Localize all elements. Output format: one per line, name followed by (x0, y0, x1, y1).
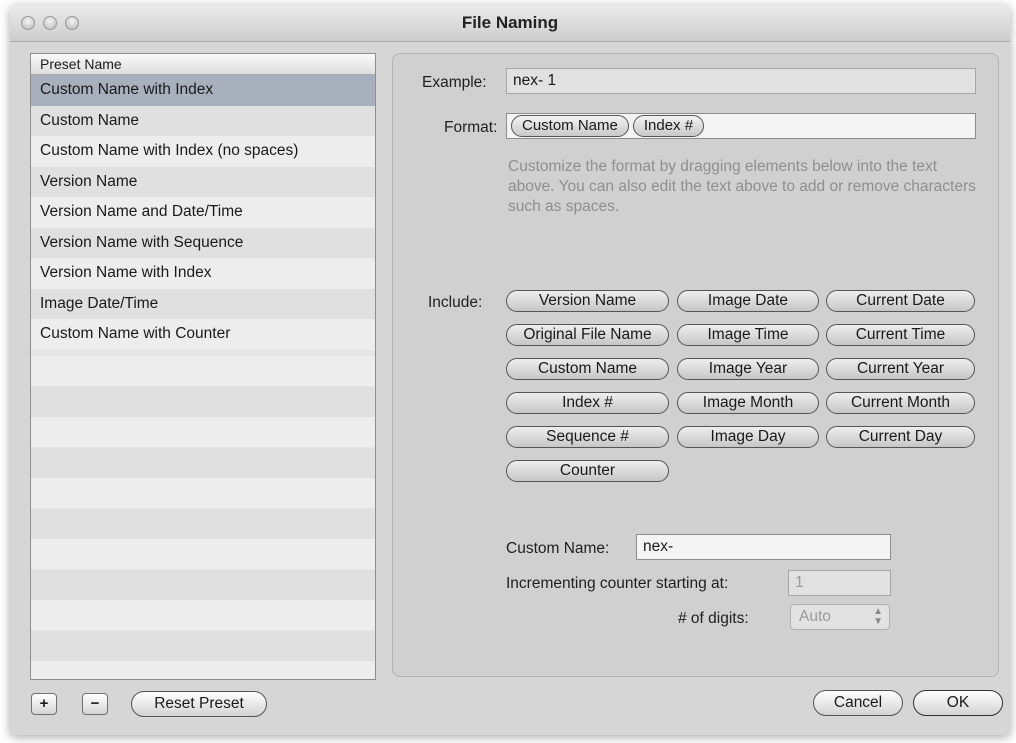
counter-start-label: Incrementing counter starting at: (506, 575, 729, 592)
preset-item[interactable]: Image Date/Time (31, 288, 375, 319)
counter-start-input[interactable]: 1 (788, 570, 891, 596)
include-label: Include: (428, 294, 483, 311)
include-element-chip[interactable]: Version Name (506, 290, 669, 312)
preset-item[interactable]: Version Name and Date/Time (31, 197, 375, 228)
digits-popup-value: Auto (799, 608, 831, 625)
preset-list-empty-area (31, 356, 375, 679)
include-element-chip[interactable]: Counter (506, 460, 669, 482)
include-element-chip[interactable]: Image Time (677, 324, 819, 346)
window-title: File Naming (461, 13, 559, 32)
format-help-text: Customize the format by dragging element… (508, 158, 976, 215)
preset-item[interactable]: Custom Name with Index (no spaces) (31, 136, 375, 167)
include-element-chip[interactable]: Current Date (826, 290, 975, 312)
example-label: Example: (422, 74, 487, 91)
digits-label: # of digits: (678, 610, 749, 627)
include-element-chip[interactable]: Current Time (826, 324, 975, 346)
include-element-chip[interactable]: Image Month (677, 392, 819, 414)
preset-item[interactable]: Custom Name with Counter (31, 319, 375, 350)
format-token[interactable]: Index # (632, 115, 705, 137)
include-element-chip[interactable]: Sequence # (506, 426, 669, 448)
include-element-chip[interactable]: Image Day (677, 426, 819, 448)
preset-list[interactable]: Preset Name Custom Name with Index Custom… (30, 53, 376, 680)
cancel-button[interactable]: Cancel (813, 690, 903, 716)
preset-item[interactable]: Version Name with Sequence (31, 227, 375, 258)
format-editor-pane: Example: nex- 1 Format: Custom Name Index… (392, 53, 999, 677)
preset-item[interactable]: Version Name with Index (31, 258, 375, 289)
custom-name-input[interactable]: nex- (636, 534, 891, 560)
include-element-chip[interactable]: Custom Name (506, 358, 669, 380)
format-field[interactable]: Custom Name Index # (506, 113, 976, 139)
preset-item[interactable]: Version Name (31, 166, 375, 197)
custom-name-label: Custom Name: (506, 540, 610, 557)
example-field: nex- 1 (506, 68, 976, 94)
preset-item[interactable]: Custom Name with Index (31, 75, 375, 106)
ok-button[interactable]: OK (913, 690, 1003, 716)
preset-item[interactable]: Custom Name (31, 105, 375, 136)
title-bar: File Naming (10, 5, 1010, 42)
reset-preset-button[interactable]: Reset Preset (131, 691, 267, 717)
format-token[interactable]: Custom Name (511, 115, 629, 137)
popup-arrows-icon: ▲ ▼ (873, 606, 883, 627)
format-label: Format: (444, 119, 498, 136)
include-element-chip[interactable]: Current Day (826, 426, 975, 448)
include-element-chip[interactable]: Original File Name (506, 324, 669, 346)
include-element-chip[interactable]: Current Year (826, 358, 975, 380)
preset-list-header[interactable]: Preset Name (31, 54, 375, 75)
include-element-chip[interactable]: Current Month (826, 392, 975, 414)
digits-popup[interactable]: Auto ▲ ▼ (790, 604, 890, 630)
include-element-chip[interactable]: Image Date (677, 290, 819, 312)
file-naming-window: File Naming Preset Name Custom Name with… (10, 5, 1010, 735)
remove-preset-button[interactable]: − (82, 693, 108, 715)
add-preset-button[interactable]: + (31, 693, 57, 715)
include-element-chip[interactable]: Image Year (677, 358, 819, 380)
include-element-chip[interactable]: Index # (506, 392, 669, 414)
